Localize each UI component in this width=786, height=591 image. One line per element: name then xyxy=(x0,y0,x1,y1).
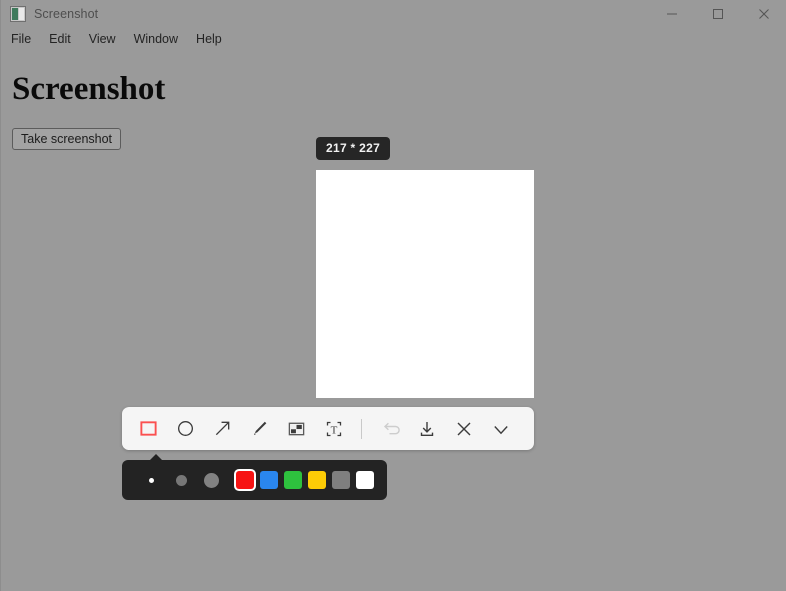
text-tool[interactable]: T xyxy=(315,413,352,445)
stroke-size-medium[interactable] xyxy=(166,465,196,495)
menu-item-view[interactable]: View xyxy=(89,28,116,50)
color-red[interactable] xyxy=(236,471,254,489)
rectangle-icon xyxy=(140,421,157,436)
window-controls xyxy=(649,0,786,28)
stroke-size-small-icon xyxy=(148,477,154,483)
menubar: File Edit View Window Help xyxy=(1,28,786,50)
cancel-button[interactable] xyxy=(445,413,482,445)
pencil-tool[interactable] xyxy=(241,413,278,445)
menu-item-window[interactable]: Window xyxy=(134,28,178,50)
mosaic-icon xyxy=(288,422,305,436)
color-blue[interactable] xyxy=(260,471,278,489)
maximize-button[interactable] xyxy=(695,0,741,28)
text-icon: T xyxy=(326,421,341,436)
color-green[interactable] xyxy=(284,471,302,489)
pencil-icon xyxy=(253,421,267,435)
svg-text:T: T xyxy=(330,424,337,436)
minimize-icon xyxy=(667,13,677,15)
menu-item-help[interactable]: Help xyxy=(196,28,222,50)
minimize-button[interactable] xyxy=(649,0,695,28)
app-window: Screenshot File Edit View Window Help Sc… xyxy=(0,0,786,591)
rectangle-tool[interactable] xyxy=(130,413,167,445)
stroke-size-large[interactable] xyxy=(196,465,226,495)
capture-selection-area[interactable] xyxy=(316,170,534,398)
arrow-icon xyxy=(215,421,230,436)
undo-icon xyxy=(383,422,400,434)
take-screenshot-button[interactable]: Take screenshot xyxy=(12,128,122,150)
stroke-size-large-icon xyxy=(203,472,219,488)
menu-item-edit[interactable]: Edit xyxy=(49,28,71,50)
color-swatches xyxy=(236,471,374,489)
circle-icon xyxy=(177,420,194,437)
close-icon xyxy=(759,9,769,19)
ellipse-tool[interactable] xyxy=(167,413,204,445)
color-white[interactable] xyxy=(356,471,374,489)
menu-item-file[interactable]: File xyxy=(11,28,31,50)
arrow-tool[interactable] xyxy=(204,413,241,445)
color-gray[interactable] xyxy=(332,471,350,489)
download-icon xyxy=(420,421,433,436)
tool-options-panel xyxy=(122,454,387,500)
selection-size-badge: 217 * 227 xyxy=(316,137,391,160)
stroke-size-small[interactable] xyxy=(136,465,166,495)
mosaic-tool[interactable] xyxy=(278,413,315,445)
maximize-icon xyxy=(713,9,723,19)
color-yellow[interactable] xyxy=(308,471,326,489)
confirm-button[interactable] xyxy=(482,413,519,445)
app-icon xyxy=(10,6,26,22)
check-icon xyxy=(493,425,508,434)
stroke-size-medium-icon xyxy=(175,474,187,486)
close-icon xyxy=(457,422,470,435)
titlebar: Screenshot xyxy=(1,0,786,28)
annotation-toolbar: T xyxy=(122,407,534,450)
close-button[interactable] xyxy=(741,0,786,28)
page-title: Screenshot xyxy=(12,71,166,107)
save-button[interactable] xyxy=(408,413,445,445)
toolbar-divider xyxy=(361,418,362,439)
undo-button[interactable] xyxy=(371,413,408,445)
window-title: Screenshot xyxy=(34,7,99,21)
